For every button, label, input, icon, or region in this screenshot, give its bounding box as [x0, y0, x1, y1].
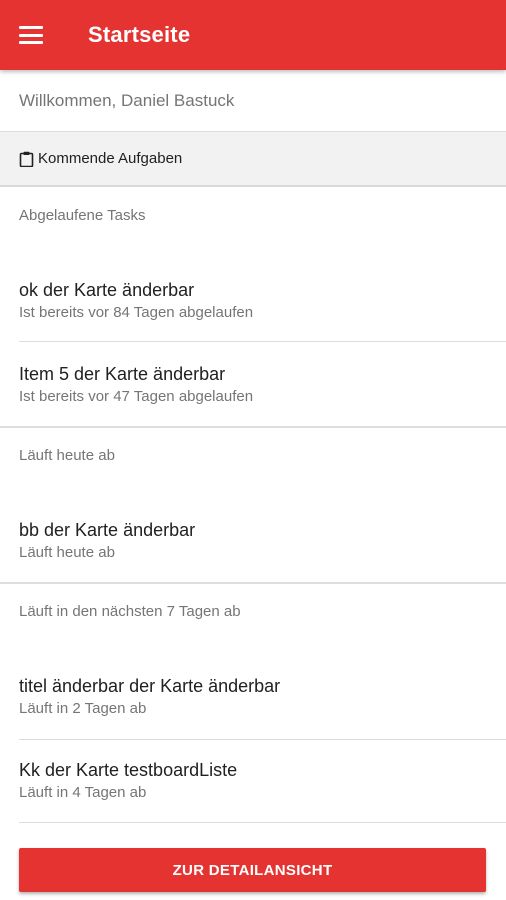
- task-item[interactable]: bb der Karte änderbar Läuft heute ab: [0, 519, 506, 563]
- section-label: Kommende Aufgaben: [38, 150, 183, 167]
- task-item[interactable]: Item 5 der Karte änderbar Ist bereits vo…: [0, 363, 506, 407]
- clipboard-icon: [19, 151, 34, 167]
- menu-button[interactable]: [0, 0, 76, 70]
- detail-view-button[interactable]: ZUR DETAILANSICHT: [19, 848, 486, 892]
- task-item[interactable]: ok der Karte änderbar Ist bereits vor 84…: [0, 279, 506, 323]
- page-title: Startseite: [88, 22, 191, 47]
- group-divider: [0, 582, 506, 584]
- divider: [19, 341, 506, 342]
- group-header-next-7-days: Läuft in den nächsten 7 Tagen ab: [19, 603, 241, 620]
- divider: [19, 822, 506, 823]
- group-divider: [0, 426, 506, 428]
- task-subtitle: Ist bereits vor 84 Tagen abgelaufen: [19, 304, 254, 321]
- welcome-text: Willkommen, Daniel Bastuck: [0, 70, 506, 132]
- task-title: titel änderbar der Karte änderbar: [19, 676, 281, 696]
- task-title: Item 5 der Karte änderbar: [19, 364, 226, 384]
- task-title: ok der Karte änderbar: [19, 280, 195, 300]
- task-item[interactable]: Kk der Karte testboardListe Läuft in 4 T…: [0, 759, 506, 803]
- task-subtitle: Ist bereits vor 47 Tagen abgelaufen: [19, 388, 254, 405]
- app-bar: Startseite: [0, 0, 506, 70]
- task-subtitle: Läuft in 4 Tagen ab: [19, 784, 147, 801]
- task-subtitle: Läuft heute ab: [19, 544, 115, 561]
- task-title: bb der Karte änderbar: [19, 520, 196, 540]
- hamburger-menu-icon: [19, 26, 43, 44]
- task-subtitle: Läuft in 2 Tagen ab: [19, 700, 147, 717]
- task-item[interactable]: titel änderbar der Karte änderbar Läuft …: [0, 675, 506, 719]
- upcoming-tasks-header: Kommende Aufgaben: [0, 132, 506, 187]
- group-header-today: Läuft heute ab: [19, 447, 115, 464]
- task-title: Kk der Karte testboardListe: [19, 760, 238, 780]
- divider: [19, 739, 506, 740]
- group-header-expired: Abgelaufene Tasks: [19, 207, 146, 224]
